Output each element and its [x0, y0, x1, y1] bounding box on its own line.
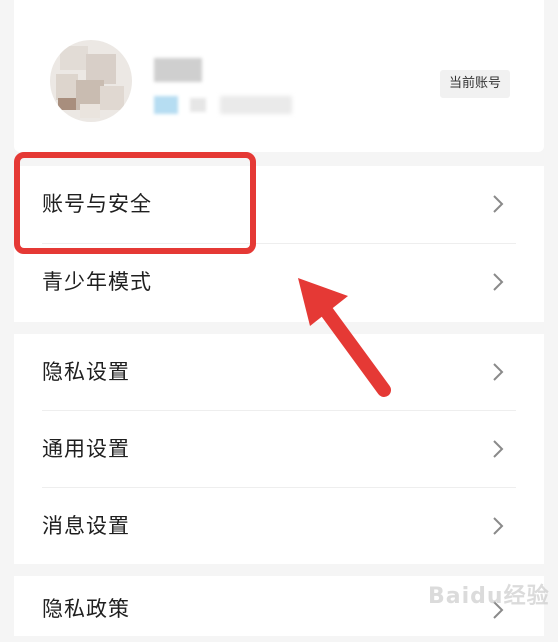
privacy-settings-label: 隐私设置 [42, 360, 130, 384]
username-blurred [154, 58, 202, 82]
privacy-policy-label: 隐私政策 [42, 597, 130, 621]
message-settings-row[interactable]: 消息设置 [14, 488, 544, 564]
chevron-right-icon [493, 273, 504, 291]
account-info-blurred [220, 96, 292, 114]
message-settings-label: 消息设置 [42, 514, 130, 538]
account-info-blurred [154, 96, 178, 114]
avatar[interactable] [50, 40, 132, 122]
arrow-icon [298, 278, 391, 397]
settings-group-preferences: 隐私设置 通用设置 消息设置 [14, 334, 544, 564]
teen-mode-label: 青少年模式 [42, 270, 152, 294]
chevron-right-icon [493, 363, 504, 381]
account-card: 当前账号 [14, 0, 544, 152]
chevron-right-icon [493, 517, 504, 535]
general-settings-label: 通用设置 [42, 437, 130, 461]
general-settings-row[interactable]: 通用设置 [14, 411, 544, 487]
privacy-settings-row[interactable]: 隐私设置 [14, 334, 544, 410]
watermark: Baidu经验 [428, 584, 550, 609]
chevron-right-icon [493, 440, 504, 458]
account-info-blurred [190, 98, 206, 112]
highlight-box [14, 152, 256, 254]
teen-mode-row[interactable]: 青少年模式 [14, 244, 544, 320]
current-account-badge: 当前账号 [440, 70, 511, 98]
chevron-right-icon [493, 195, 504, 213]
